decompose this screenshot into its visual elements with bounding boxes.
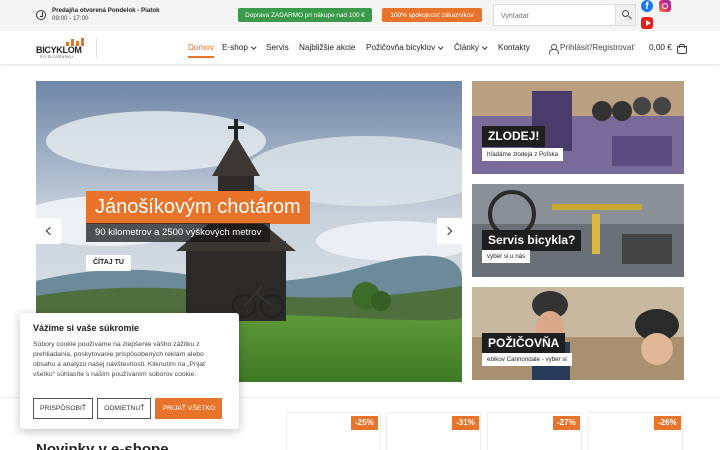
- nav-item-service[interactable]: Servis: [266, 43, 289, 52]
- read-more-button[interactable]: ČÍTAJ TU: [86, 255, 131, 271]
- cookie-accept-all-button[interactable]: PRIJAŤ VŠETKO: [155, 398, 223, 419]
- cookie-text: Súbory cookie používame na zlepšenie váš…: [33, 341, 206, 378]
- cart-icon[interactable]: [677, 44, 687, 54]
- card-caption: ebikov Cannondale - vyber si: [482, 353, 572, 366]
- promo-card-thief[interactable]: ZLODEJ! hľadáme zlodeja z Poľska: [472, 81, 684, 174]
- satisfaction-badge: 100% spokojnosť zákazníkov: [382, 8, 482, 22]
- instagram-icon[interactable]: [659, 0, 671, 12]
- youtube-icon[interactable]: [641, 17, 653, 29]
- chevron-down-icon: [482, 43, 488, 49]
- slider-prev-button[interactable]: [36, 218, 61, 244]
- search-button[interactable]: [615, 5, 635, 25]
- opening-hours: Predajňa otvorená Pondelok - Piatok 09:0…: [36, 7, 160, 23]
- logo-text: BICYKLOM: [36, 45, 82, 55]
- site-logo[interactable]: BICYKLOM PO SLOVENSKU: [36, 38, 88, 60]
- cookie-title: Vážime si vaše súkromie: [33, 323, 140, 333]
- clock-icon: [36, 10, 46, 20]
- cart-total[interactable]: 0,00 €: [649, 43, 672, 52]
- slider-next-button[interactable]: [437, 218, 462, 244]
- new-products-heading: Novinky v e-shope: [36, 441, 169, 450]
- cookie-consent-dialog: Vážime si vaše súkromie Súbory cookie po…: [20, 313, 239, 429]
- card-title: POŽIČOVŇA: [482, 333, 566, 354]
- card-caption: hľadáme zlodeja z Poľska: [482, 148, 564, 161]
- discount-badge: -26%: [654, 416, 681, 430]
- discount-badge: -27%: [553, 416, 580, 430]
- chevron-down-icon: [438, 43, 444, 49]
- card-title: Servis bicykla?: [482, 230, 582, 251]
- main-navigation: BICYKLOM PO SLOVENSKU Domov E-shop Servi…: [0, 31, 720, 65]
- free-shipping-badge: Doprava ZADARMO pri nákupe nad 100 €: [238, 8, 372, 22]
- hours-time: 09:00 - 17:00: [52, 15, 89, 22]
- nav-item-rental[interactable]: Požičovňa bicyklov: [366, 43, 444, 52]
- nav-item-eshop[interactable]: E-shop: [222, 43, 257, 52]
- nav-item-contacts[interactable]: Kontakty: [498, 43, 530, 52]
- chevron-down-icon: [251, 43, 257, 49]
- facebook-icon[interactable]: f: [641, 0, 653, 12]
- slide-title: Jánošíkovým chotárom: [86, 191, 310, 224]
- chevron-left-icon: [45, 226, 55, 236]
- user-icon: [548, 44, 559, 54]
- search-icon: [622, 10, 629, 17]
- search-input[interactable]: [494, 6, 614, 27]
- cookie-customize-button[interactable]: PRISPÔSOBIŤ: [33, 398, 94, 419]
- hours-title: Predajňa otvorená Pondelok - Piatok: [52, 7, 160, 14]
- cookie-reject-button[interactable]: ODMIETNUŤ: [97, 398, 152, 419]
- nav-item-events[interactable]: Najbližšie akcie: [299, 43, 355, 52]
- promo-card-rental[interactable]: POŽIČOVŇA ebikov Cannondale - vyber si: [472, 287, 684, 380]
- top-bar: Predajňa otvorená Pondelok - Piatok 09:0…: [0, 0, 720, 31]
- slide-subtitle: 90 kilometrov a 2500 výškových metrov: [86, 223, 271, 242]
- card-title: ZLODEJ!: [482, 126, 546, 147]
- card-caption: vyber si u nás: [482, 250, 531, 263]
- divider: [96, 38, 97, 58]
- discount-badge: -25%: [351, 416, 378, 430]
- discount-badge: -31%: [452, 416, 479, 430]
- logo-subtext: PO SLOVENSKU: [40, 55, 74, 59]
- nav-item-home[interactable]: Domov: [188, 43, 214, 58]
- login-register-link[interactable]: Prihlásiť/Registrovať: [560, 43, 634, 52]
- chevron-right-icon: [443, 226, 453, 236]
- promo-card-service[interactable]: Servis bicykla? vyber si u nás: [472, 184, 684, 277]
- nav-item-articles[interactable]: Články: [454, 43, 488, 52]
- search-box: [493, 4, 636, 27]
